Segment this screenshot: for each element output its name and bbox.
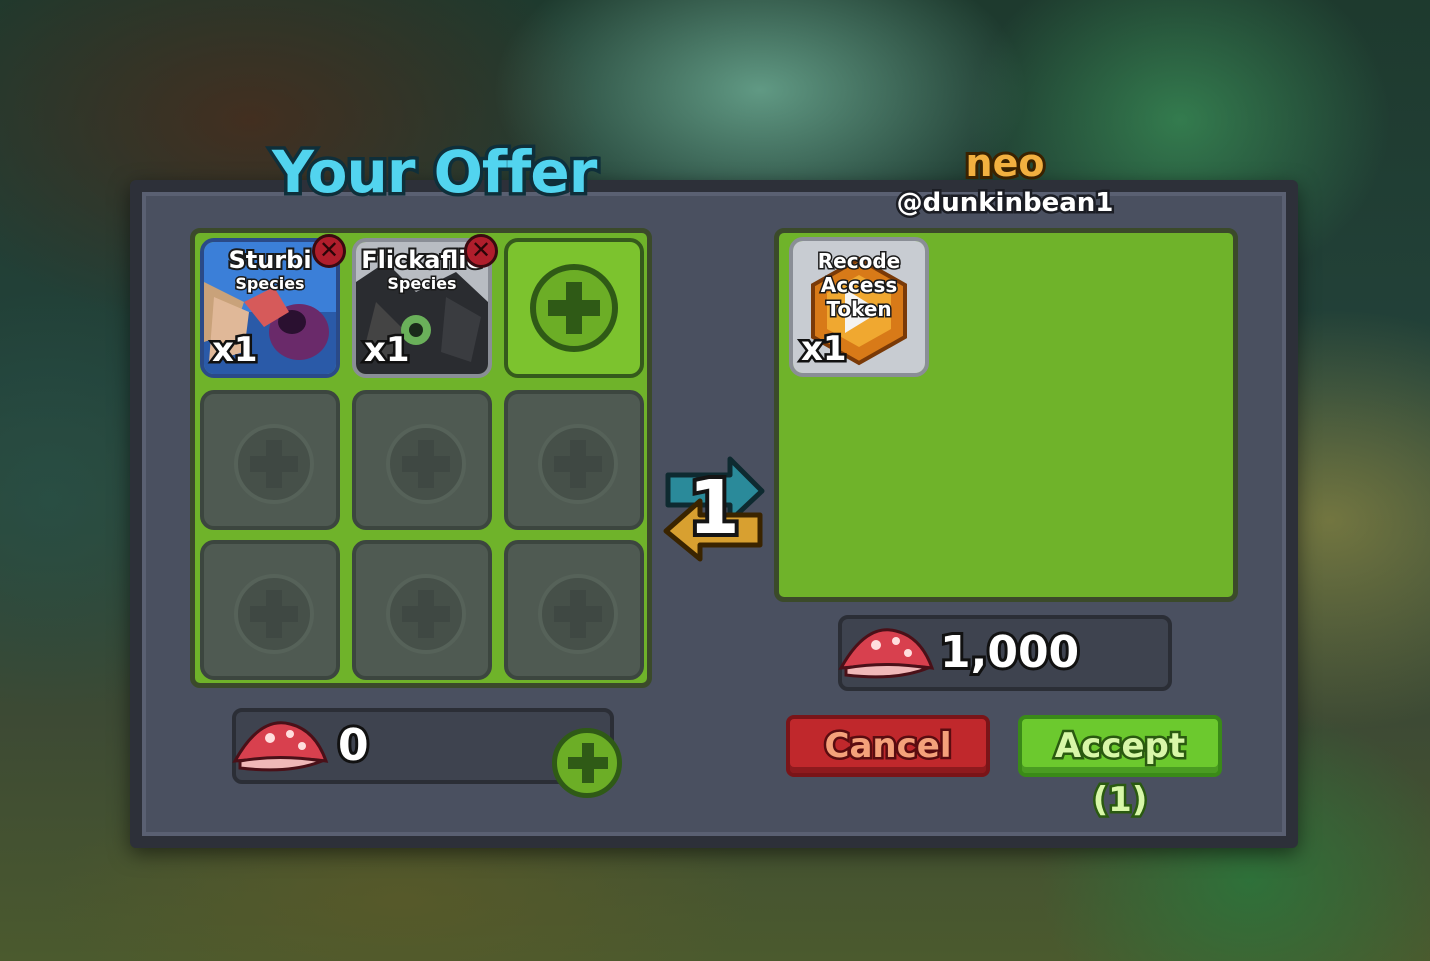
your-offer-grid: Sturbi Species x1 ✕ Flickaflie Species x…: [190, 228, 652, 688]
mushroom-currency-icon: [838, 628, 935, 679]
add-item-button[interactable]: [504, 238, 644, 378]
plus-icon: [538, 424, 618, 504]
add-currency-plus-icon[interactable]: [552, 728, 622, 798]
item-quantity: x1: [362, 328, 413, 373]
accept-button[interactable]: Accept (1): [1018, 715, 1222, 823]
partner-username: @dunkinbean1: [894, 186, 1116, 221]
empty-slot[interactable]: [200, 540, 340, 680]
plus-icon: [386, 574, 466, 654]
plus-icon: [234, 424, 314, 504]
partner-display-name: neo: [963, 138, 1048, 188]
item-quantity: x1: [799, 327, 850, 372]
empty-slot[interactable]: [504, 390, 644, 530]
your-offer-title: Your Offer: [268, 135, 600, 210]
empty-slot[interactable]: [200, 390, 340, 530]
remove-item-close-icon[interactable]: ✕: [312, 234, 346, 268]
partner-currency-amount: 1,000: [937, 624, 1082, 681]
empty-slot[interactable]: [352, 390, 492, 530]
item-subtitle: Species: [386, 273, 458, 295]
offer-item-sturbi[interactable]: Sturbi Species x1 ✕: [200, 234, 346, 378]
mushroom-currency-icon: [232, 721, 329, 772]
empty-slot[interactable]: [352, 540, 492, 680]
plus-icon: [386, 424, 466, 504]
item-name-line2: Access Token: [819, 272, 899, 323]
plus-icon: [538, 574, 618, 654]
item-subtitle: Species: [234, 273, 306, 295]
item-name-line1: Recode: [816, 248, 901, 275]
cancel-button[interactable]: Cancel: [786, 715, 990, 777]
empty-slot[interactable]: [504, 540, 644, 680]
partner-item-recode-token[interactable]: Recode Access Token x1: [789, 237, 929, 377]
trade-count: 1: [684, 461, 744, 555]
partner-offer-grid: Recode Access Token x1: [774, 228, 1238, 602]
remove-item-close-icon[interactable]: ✕: [464, 234, 498, 268]
plus-icon: [530, 264, 618, 352]
your-currency-amount: 0: [335, 717, 372, 774]
trade-arrows: 1: [660, 455, 768, 563]
item-quantity: x1: [210, 328, 261, 373]
offer-item-flickaflie[interactable]: Flickaflie Species x1 ✕: [352, 234, 498, 378]
plus-icon: [234, 574, 314, 654]
